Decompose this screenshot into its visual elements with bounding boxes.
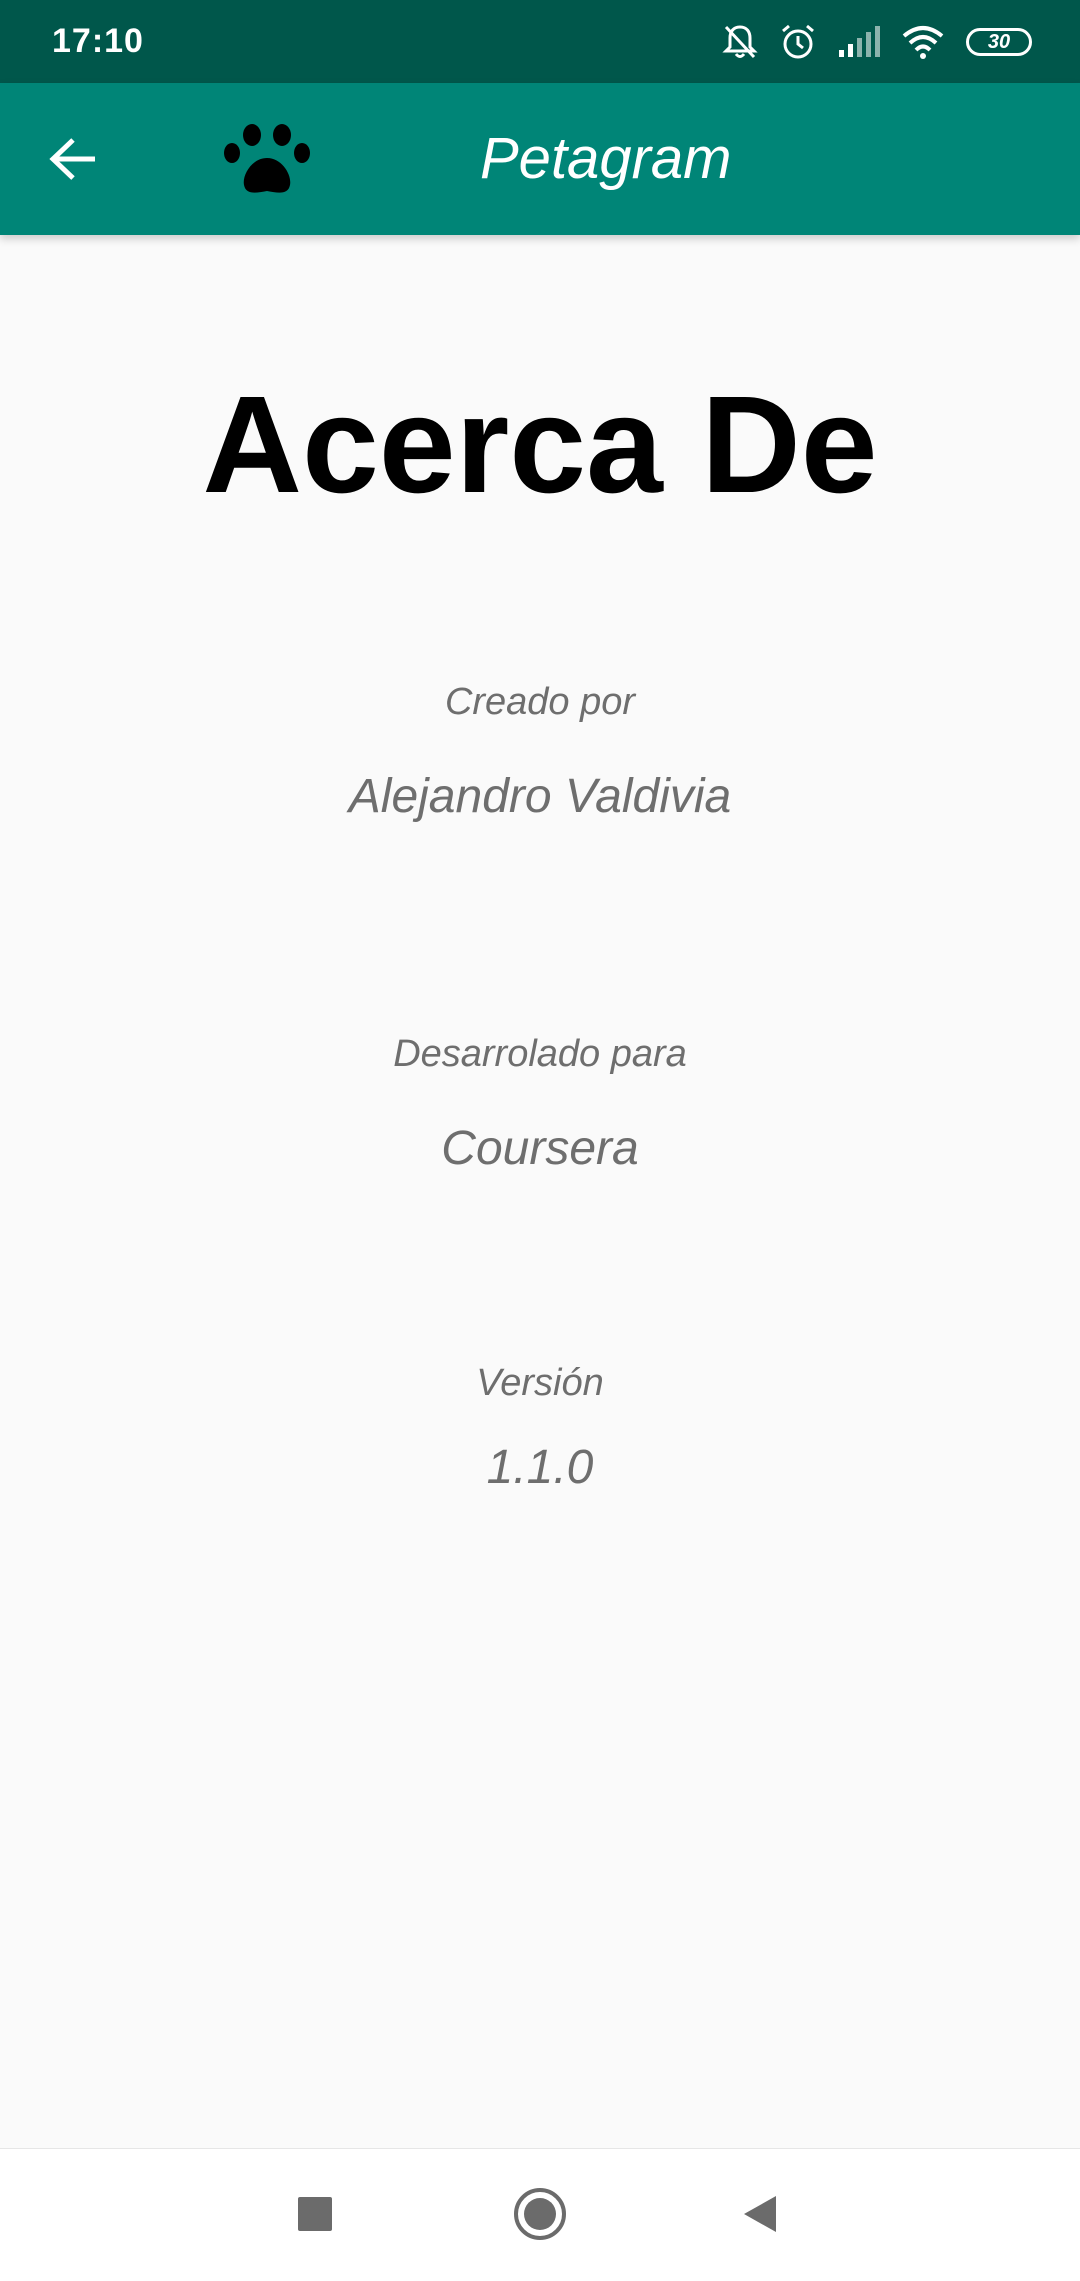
status-icons: 30 [722,20,1032,64]
signal-icon [838,26,880,58]
status-time: 17:10 [52,22,144,60]
home-circle-icon [514,2188,566,2240]
recents-square-icon [298,2197,332,2231]
developed-for-value: Coursera [441,1122,639,1175]
nav-back-button[interactable] [725,2179,795,2249]
back-button[interactable] [38,123,110,195]
page-title: Acerca De [202,368,878,522]
wifi-icon [902,25,944,59]
status-bar: 17:10 30 [0,0,1080,83]
app-bar: Petagram [0,83,1080,235]
app-title: Petagram [480,126,732,191]
developed-for-label: Desarrolado para [393,1033,687,1075]
recents-button[interactable] [280,2179,350,2249]
version-value: 1.1.0 [486,1441,594,1494]
battery-icon: 30 [966,28,1032,56]
battery-level: 30 [987,30,1011,53]
arrow-back-icon [49,138,95,180]
version-label: Versión [476,1362,604,1404]
navigation-bar [0,2148,1080,2281]
notifications-off-icon [722,23,758,61]
alarm-icon [780,23,816,61]
paw-icon [222,123,312,203]
home-button[interactable] [505,2179,575,2249]
created-by-value: Alejandro Valdivia [348,770,732,823]
back-triangle-icon [744,2196,776,2232]
created-by-label: Creado por [444,681,636,723]
